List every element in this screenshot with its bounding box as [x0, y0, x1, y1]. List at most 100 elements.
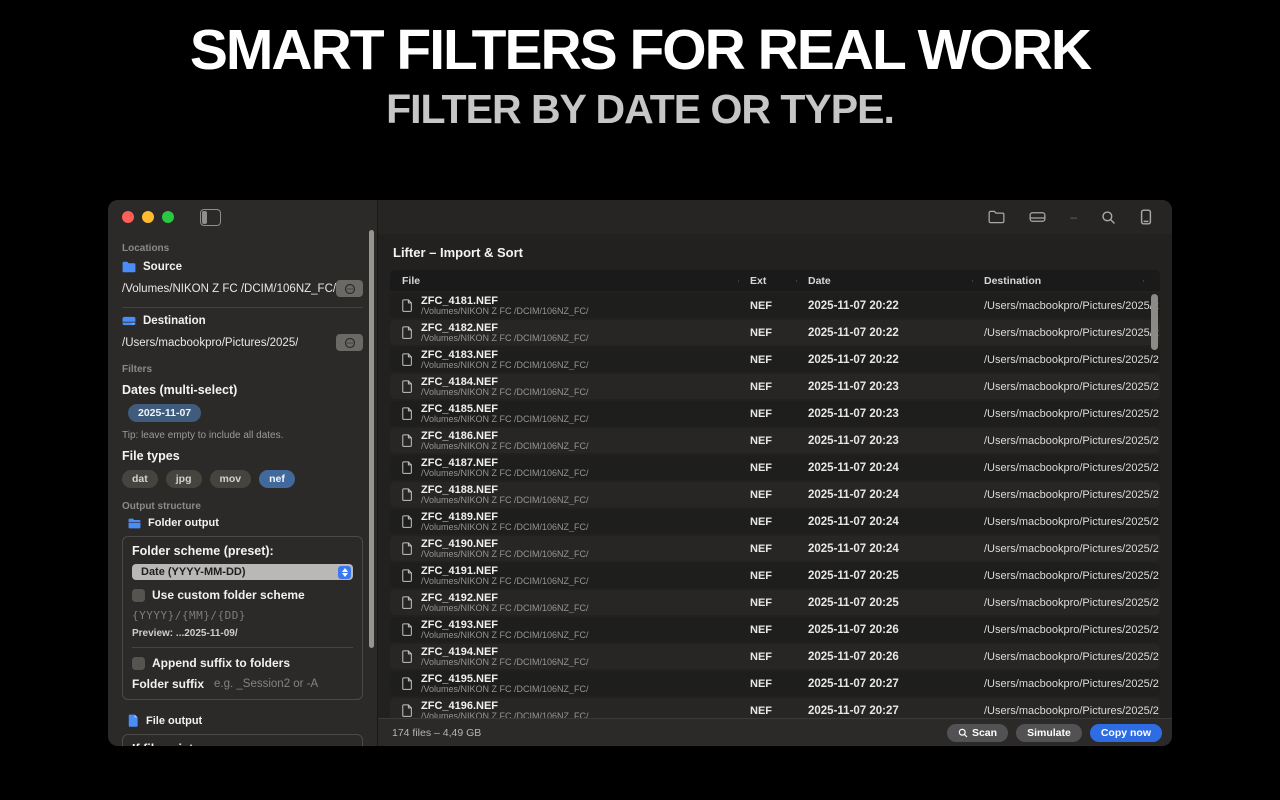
file-icon [402, 623, 413, 636]
close-window-button[interactable] [122, 211, 134, 223]
date-cell: 2025-11-07 20:23 [796, 408, 972, 420]
dates-label: Dates (multi-select) [122, 383, 363, 397]
date-chip[interactable]: 2025-11-07 [128, 404, 201, 422]
search-icon[interactable] [1101, 210, 1116, 225]
file-icon [402, 434, 413, 447]
file-cell: ZFC_4185.NEF /Volumes/NIKON Z FC /DCIM/1… [390, 403, 738, 425]
table-row[interactable]: ZFC_4194.NEF /Volumes/NIKON Z FC /DCIM/1… [390, 644, 1160, 669]
table-row[interactable]: ZFC_4185.NEF /Volumes/NIKON Z FC /DCIM/1… [390, 401, 1160, 426]
file-cell: ZFC_4192.NEF /Volumes/NIKON Z FC /DCIM/1… [390, 592, 738, 614]
folder-output-row: Folder output [128, 517, 363, 529]
table-row[interactable]: ZFC_4183.NEF /Volumes/NIKON Z FC /DCIM/1… [390, 347, 1160, 372]
destination-cell: /Users/macbookpro/Pictures/2025/2… [972, 381, 1160, 393]
destination-cell: /Users/macbookpro/Pictures/2025/2… [972, 516, 1160, 528]
file-cell: ZFC_4188.NEF /Volumes/NIKON Z FC /DCIM/1… [390, 484, 738, 506]
drive-icon[interactable] [1029, 210, 1046, 224]
file-icon [402, 515, 413, 528]
file-path: /Volumes/NIKON Z FC /DCIM/106NZ_FC/ [421, 307, 589, 317]
table-row[interactable]: ZFC_4182.NEF /Volumes/NIKON Z FC /DCIM/1… [390, 320, 1160, 345]
table-row[interactable]: ZFC_4193.NEF /Volumes/NIKON Z FC /DCIM/1… [390, 617, 1160, 642]
sidebar-titlebar [122, 200, 363, 234]
ellipsis-circle-icon [344, 337, 356, 349]
app-window: Locations Source /Volumes/NIKON Z FC /DC… [108, 200, 1172, 746]
table-row[interactable]: ZFC_4181.NEF /Volumes/NIKON Z FC /DCIM/1… [390, 293, 1160, 318]
folder-suffix-input[interactable] [212, 677, 353, 691]
table-row[interactable]: ZFC_4188.NEF /Volumes/NIKON Z FC /DCIM/1… [390, 482, 1160, 507]
table-row[interactable]: ZFC_4192.NEF /Volumes/NIKON Z FC /DCIM/1… [390, 590, 1160, 615]
source-folder-icon [122, 261, 136, 273]
custom-template-field[interactable]: {YYYY}/{MM}/{DD} [132, 609, 353, 622]
table-row[interactable]: ZFC_4186.NEF /Volumes/NIKON Z FC /DCIM/1… [390, 428, 1160, 453]
file-type-chip[interactable]: nef [259, 470, 295, 488]
copy-now-button[interactable]: Copy now [1090, 724, 1162, 742]
file-cell: ZFC_4187.NEF /Volumes/NIKON Z FC /DCIM/1… [390, 457, 738, 479]
file-cell: ZFC_4189.NEF /Volumes/NIKON Z FC /DCIM/1… [390, 511, 738, 533]
ellipsis-circle-icon [344, 283, 356, 295]
window-controls [122, 211, 174, 223]
file-path: /Volumes/NIKON Z FC /DCIM/106NZ_FC/ [421, 631, 589, 641]
simulate-button[interactable]: Simulate [1016, 724, 1082, 742]
sidebar-toggle-icon[interactable] [200, 209, 221, 226]
date-cell: 2025-11-07 20:26 [796, 651, 972, 663]
file-name: ZFC_4194.NEF [421, 646, 589, 658]
file-name: ZFC_4195.NEF [421, 673, 589, 685]
destination-cell: /Users/macbookpro/Pictures/2025/2… [972, 597, 1160, 609]
destination-more-button[interactable] [336, 334, 363, 351]
file-type-chip[interactable]: jpg [166, 470, 202, 488]
locations-divider [122, 307, 363, 308]
date-cell: 2025-11-07 20:23 [796, 435, 972, 447]
table-row[interactable]: ZFC_4184.NEF /Volumes/NIKON Z FC /DCIM/1… [390, 374, 1160, 399]
ext-cell: NEF [738, 597, 796, 609]
column-header-destination[interactable]: Destination [972, 275, 1160, 287]
source-row: Source [122, 261, 363, 273]
file-cell: ZFC_4195.NEF /Volumes/NIKON Z FC /DCIM/1… [390, 673, 738, 695]
date-cell: 2025-11-07 20:22 [796, 327, 972, 339]
output-section-header: Output structure [122, 501, 363, 512]
append-folder-suffix-row: Append suffix to folders [132, 656, 353, 670]
file-output-row: File output [128, 714, 363, 727]
file-icon [402, 353, 413, 366]
destination-row: Destination [122, 315, 363, 327]
file-path: /Volumes/NIKON Z FC /DCIM/106NZ_FC/ [421, 415, 589, 425]
ext-cell: NEF [738, 435, 796, 447]
minimize-window-button[interactable] [142, 211, 154, 223]
date-cell: 2025-11-07 20:24 [796, 462, 972, 474]
custom-scheme-checkbox[interactable] [132, 589, 145, 602]
file-name: ZFC_4182.NEF [421, 322, 589, 334]
file-path: /Volumes/NIKON Z FC /DCIM/106NZ_FC/ [421, 604, 589, 614]
date-cell: 2025-11-07 20:25 [796, 597, 972, 609]
file-icon [402, 704, 413, 717]
column-header-date[interactable]: Date [796, 275, 972, 287]
append-folder-suffix-checkbox[interactable] [132, 657, 145, 670]
table-row[interactable]: ZFC_4191.NEF /Volumes/NIKON Z FC /DCIM/1… [390, 563, 1160, 588]
table-scrollbar[interactable] [1151, 294, 1158, 350]
file-name: ZFC_4187.NEF [421, 457, 589, 469]
column-header-ext[interactable]: Ext [738, 275, 796, 287]
file-path: /Volumes/NIKON Z FC /DCIM/106NZ_FC/ [421, 334, 589, 344]
file-type-chip[interactable]: dat [122, 470, 158, 488]
file-meta: ZFC_4187.NEF /Volumes/NIKON Z FC /DCIM/1… [421, 457, 589, 479]
table-row[interactable]: ZFC_4196.NEF /Volumes/NIKON Z FC /DCIM/1… [390, 698, 1160, 718]
file-name: ZFC_4189.NEF [421, 511, 589, 523]
destination-cell: /Users/macbookpro/Pictures/2025/2… [972, 462, 1160, 474]
ext-cell: NEF [738, 570, 796, 582]
table-row[interactable]: ZFC_4190.NEF /Volumes/NIKON Z FC /DCIM/1… [390, 536, 1160, 561]
scan-button[interactable]: Scan [947, 724, 1008, 742]
sidebar-scrollbar[interactable] [369, 230, 374, 648]
source-more-button[interactable] [336, 280, 363, 297]
file-type-chip[interactable]: mov [210, 470, 252, 488]
folder-output-icon [128, 518, 141, 529]
column-header-file[interactable]: File [390, 275, 738, 287]
ext-cell: NEF [738, 624, 796, 636]
folder-scheme-select[interactable]: Date (YYYY-MM-DD) [132, 564, 353, 580]
device-icon[interactable] [1140, 209, 1152, 225]
ext-cell: NEF [738, 543, 796, 555]
file-icon [402, 461, 413, 474]
ext-cell: NEF [738, 489, 796, 501]
table-row[interactable]: ZFC_4189.NEF /Volumes/NIKON Z FC /DCIM/1… [390, 509, 1160, 534]
table-row[interactable]: ZFC_4187.NEF /Volumes/NIKON Z FC /DCIM/1… [390, 455, 1160, 480]
file-path: /Volumes/NIKON Z FC /DCIM/106NZ_FC/ [421, 361, 589, 371]
folder-icon[interactable] [988, 210, 1005, 224]
table-row[interactable]: ZFC_4195.NEF /Volumes/NIKON Z FC /DCIM/1… [390, 671, 1160, 696]
zoom-window-button[interactable] [162, 211, 174, 223]
